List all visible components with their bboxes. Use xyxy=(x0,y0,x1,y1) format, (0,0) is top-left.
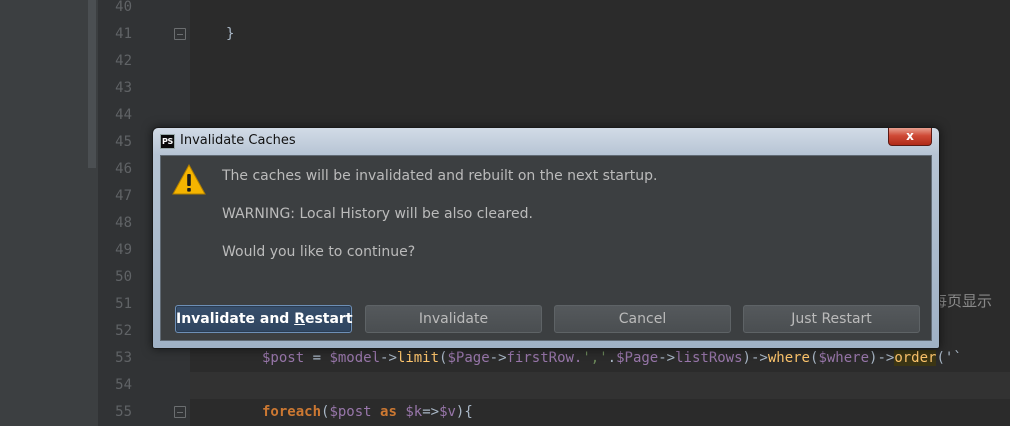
code-line-53[interactable]: $post = $model->limit($Page->firstRow.',… xyxy=(262,345,962,372)
dialog-title: Invalidate Caches xyxy=(180,133,296,148)
code-token: . xyxy=(607,350,617,366)
code-token: ){ xyxy=(455,404,473,420)
tool-window-scrollbar[interactable] xyxy=(88,0,96,168)
dialog-title-bar[interactable]: PS Invalidate Caches x xyxy=(153,128,939,155)
just-restart-button[interactable]: Just Restart xyxy=(743,305,920,333)
code-token: limit xyxy=(396,350,440,366)
line-number: 43 xyxy=(115,80,132,96)
invalidate-and-restart-button[interactable]: Invalidate and Restart xyxy=(175,305,353,333)
fold-marker-icon[interactable] xyxy=(174,28,186,40)
cancel-button[interactable]: Cancel xyxy=(554,305,731,333)
message-caches-invalidated: The caches will be invalidated and rebui… xyxy=(222,168,658,184)
line-number: 48 xyxy=(115,215,132,231)
line-number: 49 xyxy=(115,242,132,258)
code-token: ) xyxy=(742,350,751,366)
line-number: 45 xyxy=(115,134,132,150)
code-token: $where xyxy=(818,350,870,366)
button-label: Invalidate and xyxy=(176,311,295,327)
code-token: -> xyxy=(489,350,507,366)
line-number: 52 xyxy=(115,323,132,339)
line-number: 41 xyxy=(115,26,132,42)
code-token: listRows xyxy=(675,350,743,366)
code-token: $post xyxy=(329,404,372,420)
code-token: ('` xyxy=(936,350,962,366)
code-token: -> xyxy=(658,350,676,366)
code-token: as xyxy=(380,404,397,420)
invalidate-button[interactable]: Invalidate xyxy=(365,305,542,333)
line-number: 40 xyxy=(115,0,132,15)
button-mnemonic: R xyxy=(294,311,305,327)
code-token: = xyxy=(304,350,330,366)
code-comment-fragment: 每页显示 xyxy=(932,292,993,310)
current-line-highlight xyxy=(190,372,1010,399)
code-token: firstRow. xyxy=(506,350,583,366)
code-token: $k xyxy=(405,404,423,420)
line-number: 54 xyxy=(115,377,132,393)
line-number: 44 xyxy=(115,107,132,123)
line-number: 53 xyxy=(115,350,132,366)
code-token: $Page xyxy=(616,350,659,366)
code-token: $v xyxy=(439,404,456,420)
invalidate-caches-dialog: PS Invalidate Caches x The caches will b… xyxy=(152,127,940,349)
code-token: -> xyxy=(750,350,768,366)
warning-triangle-icon xyxy=(172,163,206,195)
button-label: estart xyxy=(304,311,353,327)
code-line-55[interactable]: foreach($post as $k=>$v){ xyxy=(262,399,473,426)
code-closing-brace: } xyxy=(226,26,235,42)
code-token: -> xyxy=(877,350,895,366)
code-token: -> xyxy=(380,350,397,366)
phpstorm-app-icon: PS xyxy=(160,134,175,149)
line-number: 47 xyxy=(115,188,132,204)
code-token: => xyxy=(422,404,440,420)
close-button[interactable]: x xyxy=(888,128,932,146)
code-token-highlighted: order xyxy=(894,350,937,366)
fold-marker-icon[interactable] xyxy=(174,406,186,418)
line-number: 51 xyxy=(115,296,132,312)
message-local-history-warning: WARNING: Local History will be also clea… xyxy=(222,206,533,222)
dialog-content: The caches will be invalidated and rebui… xyxy=(160,155,932,341)
line-number: 46 xyxy=(115,161,132,177)
line-number: 50 xyxy=(115,269,132,285)
line-number: 55 xyxy=(115,404,132,420)
code-token: where xyxy=(767,350,810,366)
code-token: ',' xyxy=(582,350,608,366)
code-token: $Page xyxy=(447,350,490,366)
tool-window-strip xyxy=(0,0,98,426)
code-token: $post xyxy=(262,350,305,366)
code-token: $model xyxy=(329,350,381,366)
line-number: 42 xyxy=(115,53,132,69)
code-token: foreach xyxy=(262,404,322,420)
message-continue-question: Would you like to continue? xyxy=(222,244,416,260)
